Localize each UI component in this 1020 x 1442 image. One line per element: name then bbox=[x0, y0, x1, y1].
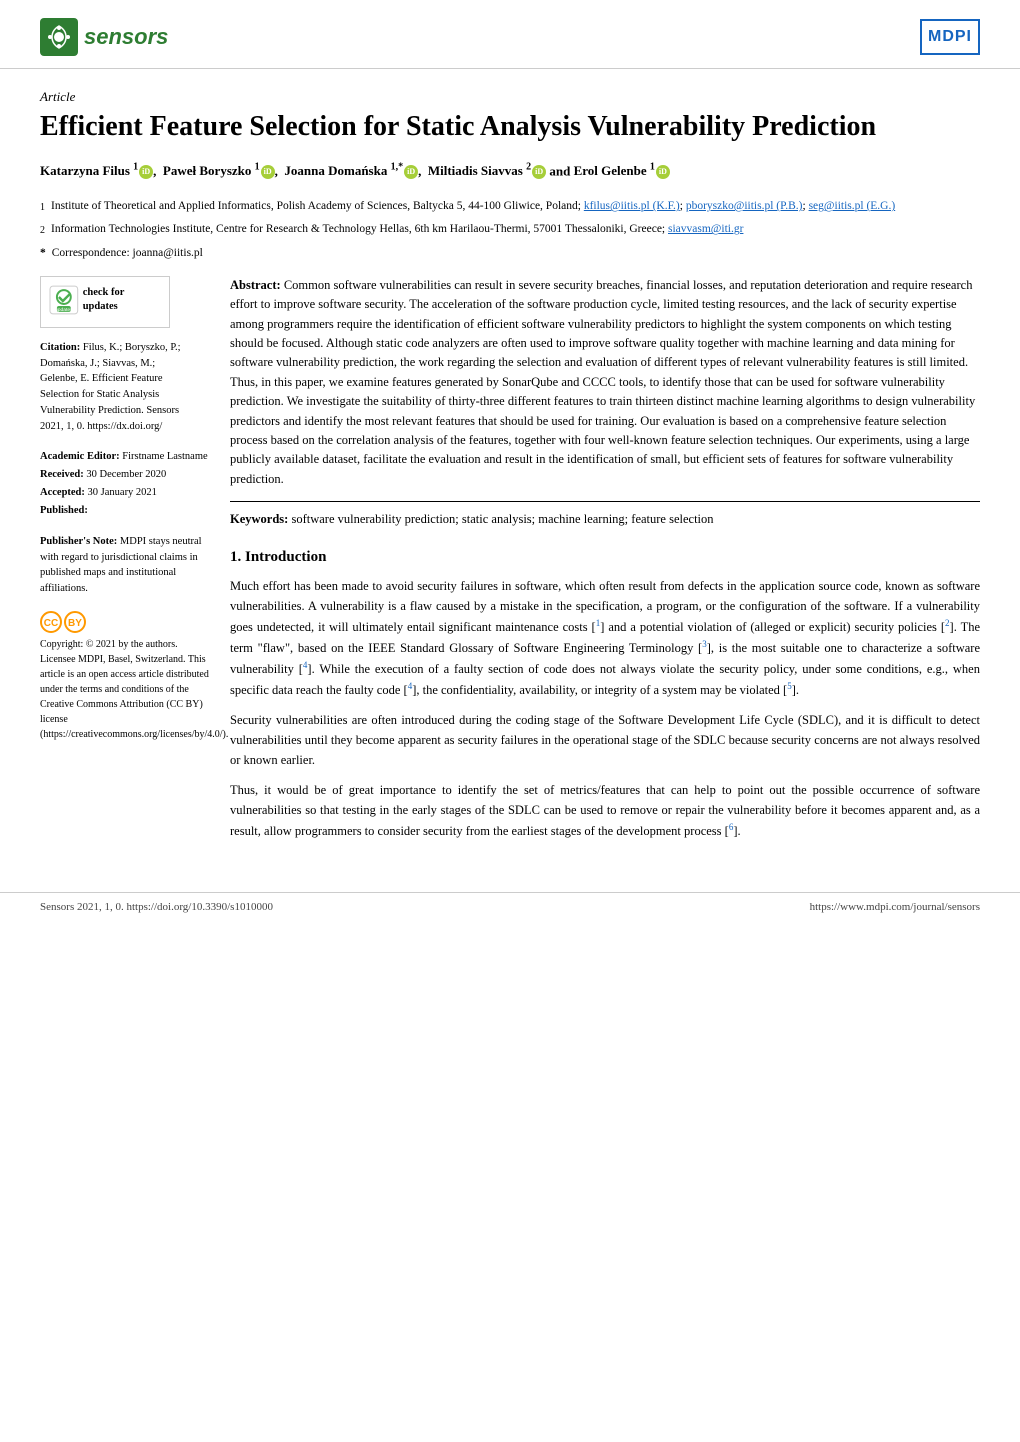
check-updates-label: check for updates bbox=[83, 286, 161, 313]
keywords-label: Keywords: bbox=[230, 512, 288, 526]
author-5: Erol Gelenbe 1iD bbox=[574, 163, 670, 178]
copyright-text: Copyright: © 2021 by the authors. Licens… bbox=[40, 637, 210, 742]
orcid-icon-3: iD bbox=[404, 165, 418, 179]
correspondence: * Correspondence: joanna@iitis.pl bbox=[40, 245, 980, 262]
email-pboryszko[interactable]: pboryszko@iitis.pl (P.B.) bbox=[686, 200, 803, 212]
content: Article Efficient Feature Selection for … bbox=[0, 69, 1020, 882]
published-label: Published: bbox=[40, 505, 88, 516]
aff-text-1: Institute of Theoretical and Applied Inf… bbox=[51, 198, 895, 215]
keywords: Keywords: software vulnerability predict… bbox=[230, 501, 980, 529]
left-sidebar: updates check for updates Citation: Filu… bbox=[40, 276, 210, 852]
aff-num-2: 2 bbox=[40, 223, 45, 238]
publisher-note: Publisher's Note: MDPI stays neutral wit… bbox=[40, 534, 210, 597]
affiliation-2: 2 Information Technologies Institute, Ce… bbox=[40, 221, 980, 238]
published-date: Published: bbox=[40, 502, 210, 520]
academic-editor-label: Academic Editor: bbox=[40, 451, 120, 462]
mdpi-logo: MDPI bbox=[920, 19, 980, 55]
logo-icon bbox=[40, 18, 78, 56]
cc-icons: CC BY bbox=[40, 611, 86, 633]
citation-text: Filus, K.; Boryszko, P.; Domańska, J.; S… bbox=[40, 342, 181, 432]
accepted-label: Accepted: bbox=[40, 487, 85, 498]
accepted-value: 30 January 2021 bbox=[88, 487, 157, 498]
article-type: Article bbox=[40, 89, 980, 105]
email-seg[interactable]: seg@iitis.pl (E.G.) bbox=[809, 200, 896, 212]
authors: Katarzyna Filus 1iD, Paweł Boryszko 1iD,… bbox=[40, 160, 980, 182]
correspondence-text: Correspondence: joanna@iitis.pl bbox=[52, 245, 203, 262]
sensors-logo: sensors bbox=[40, 18, 168, 56]
email-kfilus[interactable]: kfilus@iitis.pl (K.F.) bbox=[584, 200, 680, 212]
orcid-icon-5: iD bbox=[656, 165, 670, 179]
orcid-icon-1: iD bbox=[139, 165, 153, 179]
author-conjunction: and bbox=[549, 163, 573, 178]
section1-paragraph3: Thus, it would be of great importance to… bbox=[230, 780, 980, 841]
aff-text-2: Information Technologies Institute, Cent… bbox=[51, 221, 743, 238]
affiliation-1: 1 Institute of Theoretical and Applied I… bbox=[40, 198, 980, 215]
cc-license-icon: CC bbox=[40, 611, 62, 633]
journal-name: sensors bbox=[84, 24, 168, 50]
email-siavvasm[interactable]: siavvasm@iti.gr bbox=[668, 223, 743, 235]
svg-text:CC: CC bbox=[44, 618, 58, 629]
affiliation-list: 1 Institute of Theoretical and Applied I… bbox=[40, 198, 980, 262]
article-title: Efficient Feature Selection for Static A… bbox=[40, 109, 980, 144]
abstract-text: Common software vulnerabilities can resu… bbox=[230, 278, 975, 486]
check-updates-icon: updates bbox=[49, 285, 79, 315]
check-updates-box: updates check for updates bbox=[40, 276, 170, 328]
citation-label: Citation: bbox=[40, 342, 80, 353]
cc-box: CC BY Copyright: © 2021 by the authors. … bbox=[40, 611, 210, 742]
author-1: Katarzyna Filus 1iD bbox=[40, 163, 153, 178]
page: sensors MDPI Article Efficient Feature S… bbox=[0, 0, 1020, 1442]
keywords-text: software vulnerability prediction; stati… bbox=[291, 512, 713, 526]
cc-by-icon: BY bbox=[64, 611, 86, 633]
citation-box: Citation: Filus, K.; Boryszko, P.; Domań… bbox=[40, 340, 195, 435]
header-left: sensors bbox=[40, 18, 168, 56]
check-updates-badge: updates check for updates bbox=[49, 285, 161, 315]
footer: Sensors 2021, 1, 0. https://doi.org/10.3… bbox=[0, 892, 1020, 921]
section1-title: 1. Introduction bbox=[230, 549, 980, 566]
section1-paragraph1: Much effort has been made to avoid secur… bbox=[230, 576, 980, 701]
orcid-icon-2: iD bbox=[261, 165, 275, 179]
received-date: Received: 30 December 2020 bbox=[40, 466, 210, 484]
dates-box: Academic Editor: Firstname Lastname Rece… bbox=[40, 448, 210, 519]
svg-text:BY: BY bbox=[68, 618, 82, 629]
received-label: Received: bbox=[40, 469, 84, 480]
received-value: 30 December 2020 bbox=[86, 469, 166, 480]
cc-icon: CC BY bbox=[40, 611, 210, 633]
star-label: * bbox=[40, 245, 46, 262]
academic-editor: Academic Editor: Firstname Lastname bbox=[40, 448, 210, 466]
header: sensors MDPI bbox=[0, 0, 1020, 69]
aff-num-1: 1 bbox=[40, 200, 45, 215]
abstract: Abstract: Common software vulnerabilitie… bbox=[230, 276, 980, 489]
footer-right: https://www.mdpi.com/journal/sensors bbox=[810, 901, 980, 913]
svg-text:updates: updates bbox=[55, 307, 73, 313]
accepted-date: Accepted: 30 January 2021 bbox=[40, 484, 210, 502]
section1-paragraph2: Security vulnerabilities are often intro… bbox=[230, 710, 980, 770]
author-3: Joanna Domańska 1,*iD bbox=[284, 163, 418, 178]
publisher-note-label: Publisher's Note: bbox=[40, 536, 117, 547]
right-main: Abstract: Common software vulnerabilitie… bbox=[230, 276, 980, 852]
abstract-label: Abstract: bbox=[230, 278, 281, 292]
footer-left: Sensors 2021, 1, 0. https://doi.org/10.3… bbox=[40, 901, 273, 913]
author-2: Paweł Boryszko 1iD bbox=[163, 163, 275, 178]
orcid-icon-4: iD bbox=[532, 165, 546, 179]
academic-editor-value: Firstname Lastname bbox=[122, 451, 207, 462]
author-4: Miltiadis Siavvas 2iD bbox=[428, 163, 546, 178]
two-column-layout: updates check for updates Citation: Filu… bbox=[40, 276, 980, 852]
